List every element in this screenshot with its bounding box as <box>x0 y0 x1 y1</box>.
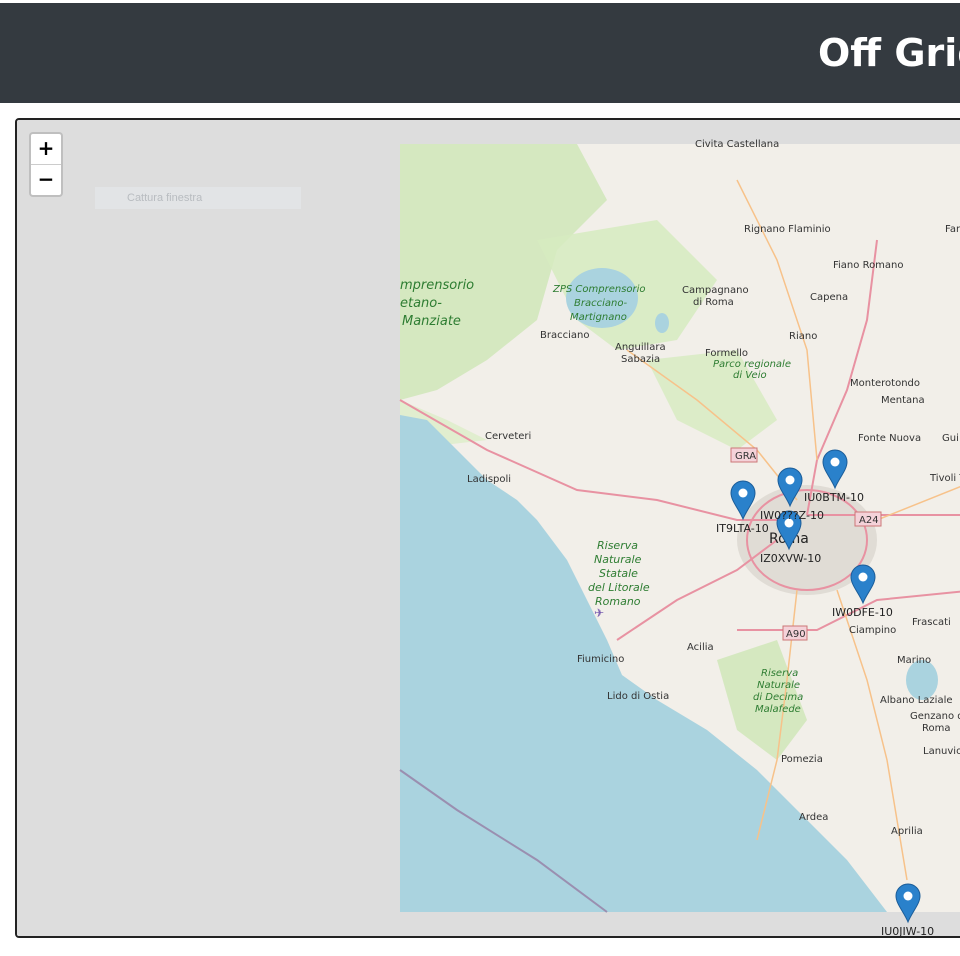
park-label: etano- <box>400 296 442 311</box>
top-navbar: Off Grid <box>0 3 960 103</box>
place-label: Fiumicino <box>577 654 624 665</box>
place-label: Mentana <box>881 395 925 406</box>
place-label: Monterotondo <box>850 378 920 389</box>
zoom-out-button[interactable]: − <box>31 164 61 195</box>
window-capture-overlay: Cattura finestra <box>95 187 301 209</box>
place-label: Civita Castellana <box>695 139 779 150</box>
park-label: di Veio <box>733 370 767 381</box>
place-label: Formello <box>705 348 748 359</box>
station-label: IT9LTA-10 <box>716 522 769 535</box>
place-label: Pomezia <box>781 754 823 765</box>
park-label: Bracciano- <box>574 298 627 309</box>
station-label: IZ0XVW-10 <box>760 552 821 565</box>
place-label: Genzano di <box>910 711 960 722</box>
road-shield-label: A24 <box>859 515 879 526</box>
park-label: mprensorio <box>400 278 474 293</box>
park-label: Naturale <box>757 680 800 691</box>
place-label: Riano <box>789 331 817 342</box>
park-label: Parco regionale <box>713 359 791 370</box>
station-label: IW0???Z-10 <box>760 509 824 522</box>
page-title: Off Grid <box>818 31 960 75</box>
place-label: Aprilia <box>891 826 923 837</box>
road-shield-label: GRA <box>735 451 756 462</box>
park-label: Riserva <box>597 539 638 552</box>
park-label: Malafede <box>755 704 801 715</box>
place-label: Rignano Flaminio <box>744 224 831 235</box>
place-label: Lido di Ostia <box>607 691 669 702</box>
place-label: Frascati <box>912 617 951 628</box>
place-label: Albano Laziale <box>880 695 953 706</box>
place-label: Fiano Romano <box>833 260 904 271</box>
place-label: Anguillara <box>615 342 666 353</box>
place-label: Roma <box>922 723 951 734</box>
place-label: Tivoli T <box>929 473 960 484</box>
station-label: IU0JIW-10 <box>881 925 934 938</box>
place-label: Campagnano <box>682 285 749 296</box>
park-label: di Decima <box>753 692 803 703</box>
place-label: Cerveteri <box>485 431 531 442</box>
park-label: Riserva <box>761 668 798 679</box>
place-label: Sabazia <box>621 354 660 365</box>
zoom-in-button[interactable]: + <box>31 134 61 164</box>
park-label: Naturale <box>594 553 642 566</box>
park-label: ZPS Comprensorio <box>552 284 646 295</box>
place-label: Capena <box>810 292 848 303</box>
road-shield-label: A90 <box>786 629 806 640</box>
map-tiles[interactable]: Civita Castellana Rignano Flaminio Fara … <box>17 120 960 938</box>
zoom-control: + − <box>29 132 63 197</box>
airport-icon: ✈ <box>594 606 604 620</box>
place-label: Ardea <box>799 812 828 823</box>
place-label: Lanuvio <box>923 746 960 757</box>
park-label: Manziate <box>402 314 461 329</box>
park-label: Martignano <box>570 312 627 323</box>
lake <box>655 313 669 333</box>
place-label: Gui <box>942 433 959 444</box>
place-label: Fonte Nuova <box>858 433 921 444</box>
station-label: IW0DFE-10 <box>832 606 893 619</box>
park-label: del Litorale <box>588 581 650 594</box>
place-label: Bracciano <box>540 330 589 341</box>
place-label: Ciampino <box>849 625 896 636</box>
place-label: di Roma <box>693 297 734 308</box>
place-label: Acilia <box>687 642 714 653</box>
map-container[interactable]: Civita Castellana Rignano Flaminio Fara … <box>15 118 960 938</box>
place-label: Fara in <box>945 224 960 235</box>
place-label: Marino <box>897 655 931 666</box>
lake <box>906 660 938 700</box>
park-label: Statale <box>599 567 638 580</box>
station-label: IU0BTM-10 <box>804 491 864 504</box>
place-label: Ladispoli <box>467 474 511 485</box>
